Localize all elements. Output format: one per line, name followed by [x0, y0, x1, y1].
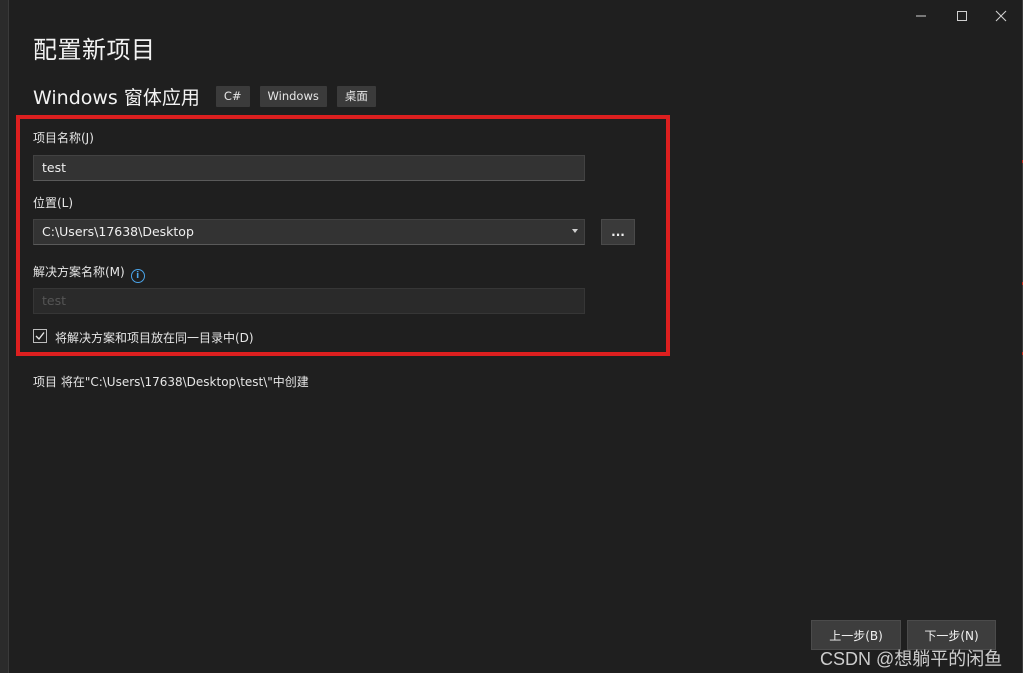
configure-project-dialog: 配置新项目 Windows 窗体应用 C# Windows 桌面 项目名称(J)… — [8, 0, 1022, 673]
info-icon[interactable]: i — [130, 269, 145, 283]
project-name-input[interactable]: test — [33, 155, 585, 181]
chevron-down-icon[interactable] — [572, 229, 578, 233]
project-name-label: 项目名称(J) — [33, 131, 94, 145]
maximize-icon — [957, 11, 967, 21]
solution-name-label: 解决方案名称(M) — [33, 265, 125, 279]
same-directory-checkbox[interactable] — [33, 329, 47, 343]
solution-name-input: test — [33, 288, 585, 314]
template-header: Windows 窗体应用 C# Windows 桌面 — [33, 83, 386, 110]
creation-path-note: 项目 将在"C:\Users\17638\Desktop\test\"中创建 — [33, 375, 309, 389]
same-directory-label[interactable]: 将解决方案和项目放在同一目录中(D) — [55, 329, 254, 346]
close-button[interactable] — [987, 4, 1015, 28]
solution-name-label-row: 解决方案名称(M) i — [33, 263, 145, 283]
close-icon — [995, 10, 1007, 22]
tag-platform: Windows — [259, 86, 327, 107]
location-combobox[interactable]: C:\Users\17638\Desktop — [33, 219, 585, 245]
watermark: CSDN @想躺平的闲鱼 — [820, 649, 1003, 669]
minimize-icon — [916, 15, 926, 17]
tag-language: C# — [215, 86, 250, 107]
page-title: 配置新项目 — [33, 36, 156, 64]
browse-button[interactable]: ... — [601, 219, 635, 245]
tag-project-type: 桌面 — [336, 86, 376, 107]
checkmark-icon — [35, 332, 45, 341]
location-value: C:\Users\17638\Desktop — [42, 224, 194, 239]
maximize-button[interactable] — [948, 4, 976, 28]
template-name: Windows 窗体应用 — [33, 87, 200, 109]
minimize-button[interactable] — [907, 4, 935, 28]
location-label: 位置(L) — [33, 196, 74, 210]
